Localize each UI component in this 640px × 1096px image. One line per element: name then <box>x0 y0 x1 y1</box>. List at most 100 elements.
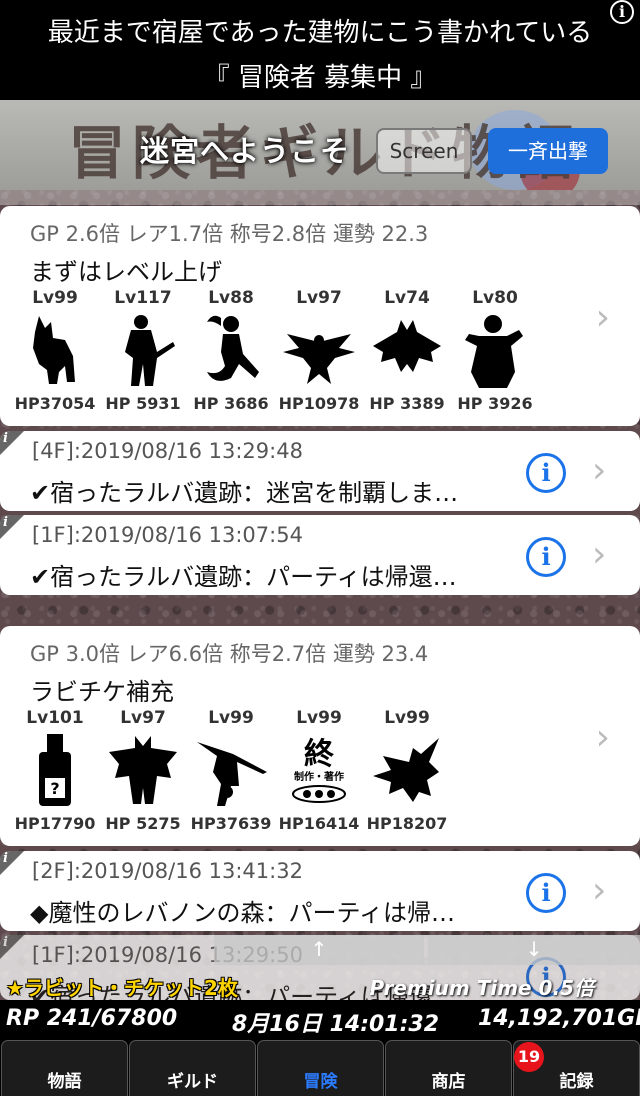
log-timestamp: [4F]:2019/08/16 13:29:48 <box>32 439 303 463</box>
tab-label: ギルド <box>167 1072 218 1092</box>
chevron-right-icon: › <box>595 717 610 758</box>
log-info-corner-icon: i <box>3 851 8 866</box>
log-info-corner-icon: i <box>3 935 8 950</box>
chevron-right-icon: › <box>592 870 607 911</box>
chevron-right-icon: › <box>595 297 610 338</box>
log-timestamp: [2F]:2019/08/16 13:41:32 <box>32 859 303 883</box>
log-message: ◆魔性のレバノンの森：パーティは帰… <box>30 899 456 927</box>
ad-info-icon[interactable]: i <box>610 0 634 24</box>
log-message: ✔宿ったラルバ遺跡：迷宮を制覇しま… <box>30 479 459 507</box>
party-stats: GP 2.6倍 レア1.7倍 称号2.8倍 運勢 22.3 <box>30 222 429 246</box>
chevron-right-icon: › <box>592 534 607 575</box>
tab-adventure[interactable]: 冒険 <box>257 1040 384 1096</box>
bottle-icon: ? <box>39 734 71 806</box>
party-card[interactable]: GP 3.0倍 レア6.6倍 称号2.7倍 運勢 23.4 ラビチケ補充 Lv1… <box>0 626 640 846</box>
log-timestamp: [1F]:2019/08/16 13:07:54 <box>32 523 303 547</box>
header-banner: 冒険者ギルド物語 迷宮へようこそ Screen 一斉出撃 <box>0 100 640 190</box>
log-entry[interactable]: i [2F]:2019/08/16 13:41:32 ◆魔性のレバノンの森：パー… <box>0 851 640 931</box>
mermaid-icon <box>207 315 259 381</box>
monster-level: Lv117 <box>114 288 172 308</box>
party-monster: Lv99 HP18207 <box>364 708 450 833</box>
tab-label: 冒険 <box>303 1072 338 1092</box>
page-title: 迷宮へようこそ <box>140 134 351 168</box>
log-message: ✔宿ったラルバ遺跡：パーティは帰還… <box>30 563 457 591</box>
monster-hp: HP10978 <box>278 394 360 413</box>
end-card-caption: 制作・著作 <box>294 770 344 783</box>
records-badge: 19 <box>514 1042 544 1072</box>
monster-level: Lv101 <box>26 708 84 728</box>
tab-guild[interactable]: ギルド <box>129 1040 256 1096</box>
demon-icon <box>109 736 177 804</box>
header-divider <box>0 190 640 205</box>
monster-level: Lv80 <box>472 288 518 308</box>
party-monster: Lv99 終 制作・著作 HP16414 <box>276 708 362 833</box>
monster-level: Lv74 <box>384 288 430 308</box>
monster-hp: HP 3686 <box>193 394 269 413</box>
party-monster: Lv74 HP 3389 <box>364 288 450 413</box>
party-stats: GP 3.0倍 レア6.6倍 称号2.7倍 運勢 23.4 <box>30 642 429 666</box>
monster-level: Lv97 <box>120 708 166 728</box>
party-monster: Lv97 HP10978 <box>276 288 362 413</box>
monster-hp: HP37639 <box>190 814 272 833</box>
log-info-corner-icon: i <box>3 515 8 530</box>
monk-icon <box>465 315 523 388</box>
end-card-kanji: 終 <box>304 737 334 772</box>
samurai-icon <box>125 315 175 386</box>
ad-line-2: 『 冒険者 募集中 』 <box>203 63 437 93</box>
log-info-corner-icon: i <box>3 431 8 446</box>
scroll-down-button[interactable]: ↓ <box>428 935 640 965</box>
party-monster: Lv99 HP37054 <box>12 288 98 413</box>
rabbit-ticket-count: ★ラビット・チケット2枚 <box>6 976 238 1000</box>
log-entry[interactable]: i [4F]:2019/08/16 13:29:48 ✔宿ったラルバ遺跡：迷宮を… <box>0 431 640 511</box>
party-monster: Lv88 HP 3686 <box>188 288 274 413</box>
party-name: ラビチケ補充 <box>30 678 174 706</box>
status-bar: RP 241/67800 8月16日 14:01:32 14,192,701GP <box>0 1000 640 1040</box>
svg-text:?: ? <box>50 779 59 798</box>
tab-story[interactable]: 物語 <box>1 1040 128 1096</box>
top-ad-banner[interactable]: 最近まで宿屋であった建物にこう書かれている 『 冒険者 募集中 』 i <box>0 0 640 100</box>
party-monster: Lv117 HP 5931 <box>100 288 186 413</box>
monster-level: Lv99 <box>296 708 342 728</box>
monster-hp: HP37054 <box>14 394 96 413</box>
info-icon[interactable]: i <box>526 873 566 913</box>
end-card-icon: 終 制作・著作 <box>292 737 346 803</box>
tab-shop[interactable]: 商店 <box>385 1040 512 1096</box>
premium-time: Premium Time 0.5倍 <box>369 976 594 1000</box>
monster-level: Lv97 <box>296 288 342 308</box>
log-entry[interactable]: i [1F]:2019/08/16 13:07:54 ✔宿ったラルバ遺跡：パーテ… <box>0 515 640 595</box>
tab-bar: 物語 ギルド 冒険 商店 記録 <box>0 1040 640 1096</box>
chevron-right-icon: › <box>592 450 607 491</box>
monster-hp: HP16414 <box>278 814 360 833</box>
gp-counter: 14,192,701GP <box>478 1006 640 1031</box>
party-monster: Lv97 HP 5275 <box>100 708 186 833</box>
attack-all-button[interactable]: 一斉出撃 <box>488 128 608 174</box>
phoenix-icon <box>283 334 355 384</box>
info-icon[interactable]: i <box>526 453 566 493</box>
monster-hp: HP 5931 <box>105 394 181 413</box>
monster-level: Lv88 <box>208 288 254 308</box>
dragon-icon <box>373 738 439 802</box>
party-monster: Lv101 ? HP17790 <box>12 708 98 833</box>
wolf-icon <box>33 316 75 384</box>
monster-hp: HP18207 <box>366 814 448 833</box>
party-card[interactable]: GP 2.6倍 レア1.7倍 称号2.8倍 運勢 22.3 まずはレベル上げ L… <box>0 206 640 426</box>
party-name: まずはレベル上げ <box>30 258 222 286</box>
ad-line-1: 最近まで宿屋であった建物にこう書かれている <box>47 18 593 48</box>
monster-hp: HP17790 <box>14 814 96 833</box>
monster-level: Lv99 <box>208 708 254 728</box>
info-icon[interactable]: i <box>526 537 566 577</box>
monster-hp: HP 3926 <box>457 394 533 413</box>
monster-hp: HP 3389 <box>369 394 445 413</box>
screen-button[interactable]: Screen <box>376 128 472 174</box>
monster-level: Lv99 <box>32 288 78 308</box>
witch-icon <box>197 742 267 806</box>
tab-label: 物語 <box>47 1072 82 1092</box>
bat-icon <box>373 320 441 372</box>
party-monster: Lv80 HP 3926 <box>452 288 538 413</box>
party-monster: Lv99 HP37639 <box>188 708 274 833</box>
game-datetime: 8月16日 14:01:32 <box>232 1012 440 1037</box>
tab-label: 商店 <box>431 1072 466 1092</box>
scroll-up-button[interactable]: ↑ <box>214 935 424 965</box>
monster-level: Lv99 <box>384 708 430 728</box>
monster-hp: HP 5275 <box>105 814 181 833</box>
